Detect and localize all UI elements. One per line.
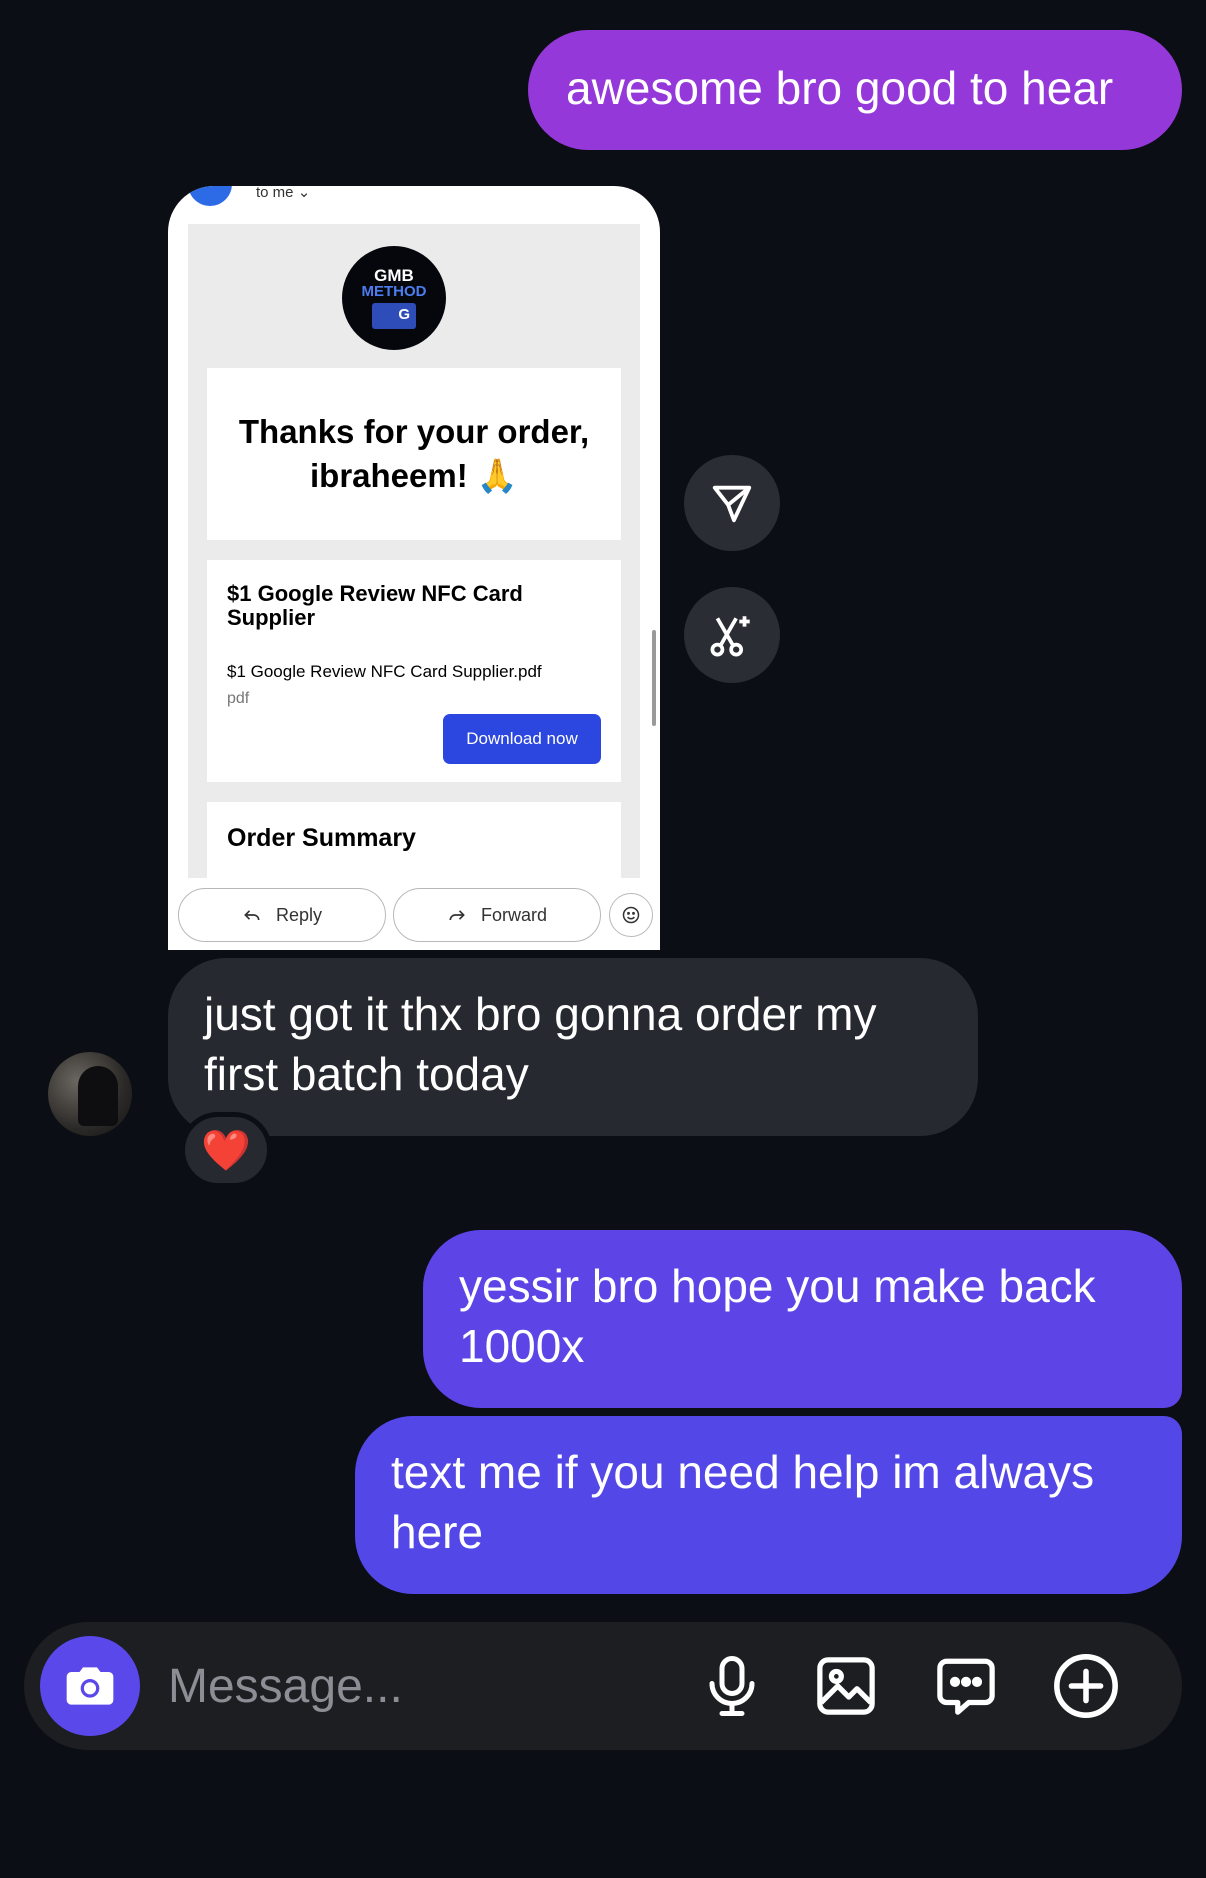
send-icon [712, 485, 752, 523]
reply-icon [244, 910, 260, 921]
heart-reaction: ❤️ [201, 1128, 251, 1173]
sent-message[interactable]: yessir bro hope you make back 1000x [423, 1230, 1182, 1408]
email-recipient: to me ⌄ [256, 186, 311, 201]
sent-message[interactable]: text me if you need help im always here [355, 1416, 1182, 1594]
forward-button[interactable]: Forward [393, 888, 601, 942]
gallery-icon [817, 1657, 875, 1715]
sticker-button[interactable] [930, 1650, 1002, 1722]
chevron-down-icon: ⌄ [297, 186, 311, 201]
order-summary-title: Order Summary [227, 824, 416, 852]
remix-icon [710, 616, 750, 657]
order-summary-panel: Order Summary [207, 802, 621, 878]
camera-icon [66, 1667, 114, 1705]
forward-icon [449, 910, 465, 921]
product-name: $1 Google Review NFC Card Supplier [227, 581, 523, 630]
thanks-panel: Thanks for your order, ibraheem! 🙏 [207, 368, 621, 540]
mic-icon [709, 1656, 755, 1716]
sender-avatar [188, 186, 232, 206]
more-options-button[interactable] [1050, 1650, 1122, 1722]
reaction-badge[interactable]: ❤️ [180, 1112, 272, 1188]
gallery-button[interactable] [810, 1650, 882, 1722]
sticker-icon [937, 1658, 995, 1715]
sent-message[interactable]: awesome bro good to hear [528, 30, 1182, 150]
camera-button[interactable] [40, 1636, 140, 1736]
gmb-method-logo: GMB METHOD [342, 246, 446, 350]
product-panel: $1 Google Review NFC Card Supplier $1 Go… [207, 560, 621, 782]
remix-button[interactable] [684, 587, 780, 683]
microphone-button[interactable] [696, 1650, 768, 1722]
plus-circle-icon [1054, 1654, 1118, 1718]
reply-button[interactable]: Reply [178, 888, 386, 942]
emoji-react-button[interactable] [609, 893, 653, 937]
file-type: pdf [227, 690, 250, 707]
contact-avatar[interactable] [48, 1052, 132, 1136]
email-scrollbar[interactable] [652, 630, 656, 726]
share-button[interactable] [684, 455, 780, 551]
thanks-title: Thanks for your order, ibraheem! 🙏 [238, 413, 590, 494]
file-name: $1 Google Review NFC Card Supplier.pdf [227, 662, 542, 681]
download-now-button[interactable]: Download now [443, 714, 601, 764]
received-message[interactable]: just got it thx bro gonna order my first… [168, 958, 978, 1136]
message-input[interactable] [168, 1652, 668, 1720]
emoji-icon [622, 906, 640, 924]
